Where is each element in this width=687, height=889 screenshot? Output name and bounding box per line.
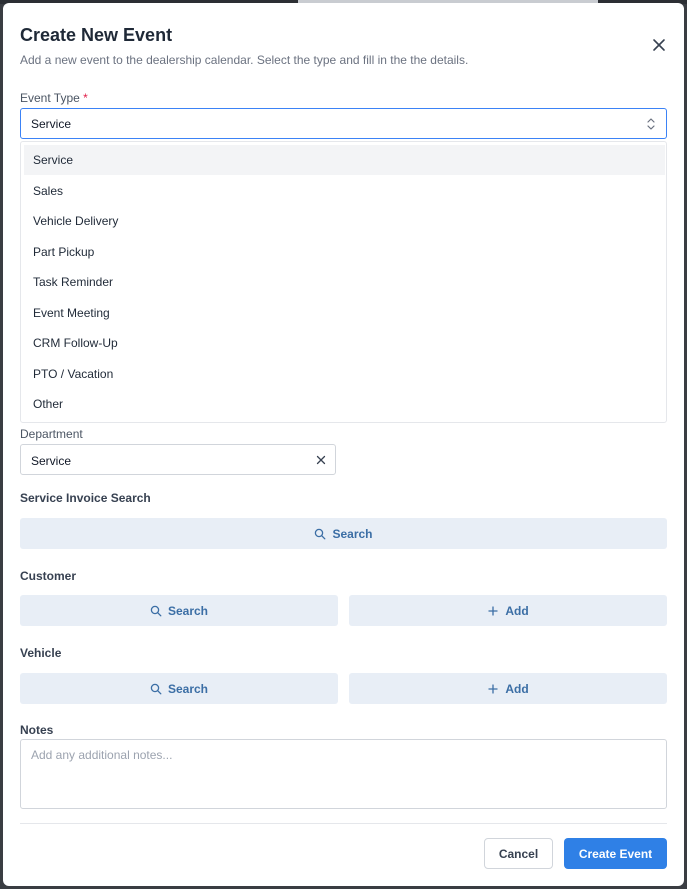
dialog-title: Create New Event — [20, 25, 173, 45]
plus-icon — [488, 683, 498, 694]
customer-add-button[interactable]: Add — [349, 595, 667, 626]
cancel-button[interactable]: Cancel — [484, 838, 553, 869]
close-button[interactable] — [650, 36, 668, 54]
option-part-pickup[interactable]: Part Pickup — [24, 237, 665, 267]
customer-search-label: Search — [167, 603, 209, 618]
vehicle-add-label: Add — [505, 681, 529, 696]
required-marker: * — [83, 91, 88, 105]
option-vehicle-delivery[interactable]: Vehicle Delivery — [24, 206, 665, 236]
create-event-button[interactable]: Create Event — [564, 838, 667, 869]
option-service[interactable]: Service — [24, 145, 665, 175]
chevron-up-down-icon — [647, 118, 655, 130]
option-event-meeting[interactable]: Event Meeting — [24, 298, 665, 328]
notes-label: Notes — [20, 723, 54, 737]
department-select[interactable]: Service — [20, 444, 336, 475]
department-value: Service — [31, 454, 72, 468]
plus-icon — [488, 605, 498, 616]
dialog-subtitle: Add a new event to the dealership calend… — [20, 53, 469, 67]
service-invoice-search-label-text: Search — [332, 526, 373, 541]
customer-label: Customer — [20, 569, 77, 583]
vehicle-label: Vehicle — [20, 646, 62, 660]
clear-icon[interactable] — [315, 454, 327, 466]
event-type-options: Service Sales Vehicle Delivery Part Pick… — [20, 141, 667, 423]
close-icon — [653, 39, 665, 51]
event-type-value: Service — [31, 117, 72, 131]
create-event-dialog: Create New Event Add a new event to the … — [3, 3, 684, 886]
customer-search-button[interactable]: Search — [20, 595, 338, 626]
customer-add-label: Add — [505, 603, 529, 618]
vehicle-search-label: Search — [167, 681, 209, 696]
service-invoice-search-button[interactable]: Search — [20, 518, 667, 549]
event-type-select[interactable]: Service — [20, 108, 667, 139]
service-invoice-search-label: Service Invoice Search — [20, 491, 151, 505]
option-task-reminder[interactable]: Task Reminder — [24, 267, 665, 297]
footer-divider — [20, 823, 667, 824]
search-icon — [150, 605, 162, 616]
search-icon — [315, 528, 326, 539]
vehicle-search-button[interactable]: Search — [20, 673, 338, 704]
option-other[interactable]: Other — [24, 389, 665, 419]
event-type-label: Event Type * — [20, 91, 88, 105]
department-label: Department — [20, 427, 83, 441]
event-type-label-text: Event Type — [20, 91, 80, 105]
option-pto-vacation[interactable]: PTO / Vacation — [24, 359, 665, 389]
notes-textarea[interactable] — [20, 739, 667, 809]
search-icon — [150, 683, 162, 694]
option-sales[interactable]: Sales — [24, 176, 665, 206]
vehicle-add-button[interactable]: Add — [349, 673, 667, 704]
option-crm-follow-up[interactable]: CRM Follow-Up — [24, 328, 665, 358]
